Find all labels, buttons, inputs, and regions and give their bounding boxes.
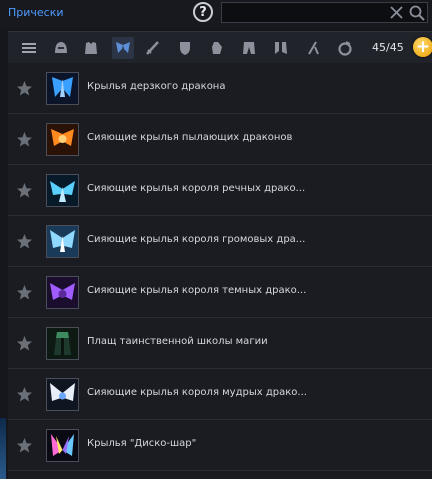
top-bar: Прически ? [0,0,432,28]
star-icon[interactable] [16,182,33,199]
list-item[interactable]: Крылья "Диско-шар" [8,420,432,471]
sword-icon[interactable] [142,37,164,59]
river-dragon-wings-icon [46,174,79,207]
wise-dragon-wings-icon [46,378,79,411]
pants-icon[interactable] [238,37,260,59]
filter-toolbar: 45/45 + [8,31,432,64]
helmet-icon[interactable] [50,37,72,59]
thunder-dragon-wings-icon [46,225,79,258]
help-button[interactable]: ? [193,2,213,22]
item-label: Крылья "Диско-шар" [87,438,197,449]
wings-icon[interactable] [112,37,134,59]
category-title[interactable]: Прически [8,6,64,19]
search-icon[interactable] [408,4,426,22]
star-icon[interactable] [16,386,33,403]
item-count: 45/45 [372,41,404,54]
star-icon[interactable] [16,233,33,250]
add-button[interactable]: + [413,37,432,57]
star-icon[interactable] [16,131,33,148]
list-item[interactable]: Сияющие крылья короля темных драко... [8,267,432,318]
magic-cloak-icon [46,327,79,360]
item-label: Сияющие крылья короля мудрых драко... [87,387,307,398]
staff-icon[interactable] [302,37,324,59]
item-label: Плащ таинственной школы магии [87,336,268,347]
item-label: Сияющие крылья короля темных драко... [87,285,307,296]
shield-icon[interactable] [174,37,196,59]
fire-dragon-wings-icon [46,123,79,156]
star-icon[interactable] [16,284,33,301]
boots-icon[interactable] [270,37,292,59]
armor-icon[interactable] [80,37,102,59]
close-icon[interactable] [388,4,405,21]
gauntlet-icon[interactable] [206,37,228,59]
star-icon[interactable] [16,80,33,97]
item-label: Сияющие крылья короля громовых дра... [87,234,306,245]
item-label: Сияющие крылья короля речных драко... [87,183,306,194]
blue-dragon-wings-icon [46,72,79,105]
list-item[interactable]: Сияющие крылья короля речных драко... [8,165,432,216]
background-edge [0,418,6,479]
item-list: Крылья дерзкого дракона Сияющие крылья п… [8,63,432,479]
ring-icon[interactable] [334,37,356,59]
list-item[interactable]: Крылья дерзкого дракона [8,63,432,114]
list-item[interactable]: Сияющие крылья короля громовых дра... [8,216,432,267]
item-label: Крылья дерзкого дракона [87,81,226,92]
star-icon[interactable] [16,437,33,454]
list-icon[interactable] [18,37,40,59]
list-item[interactable]: Сияющие крылья пылающих драконов [8,114,432,165]
item-label: Сияющие крылья пылающих драконов [87,132,293,143]
disco-wings-icon [46,429,79,462]
search-box[interactable] [221,2,428,23]
list-item[interactable]: Плащ таинственной школы магии [8,318,432,369]
search-input[interactable] [226,5,390,22]
list-item[interactable]: Сияющие крылья короля мудрых драко... [8,369,432,420]
star-icon[interactable] [16,335,33,352]
dark-dragon-wings-icon [46,276,79,309]
